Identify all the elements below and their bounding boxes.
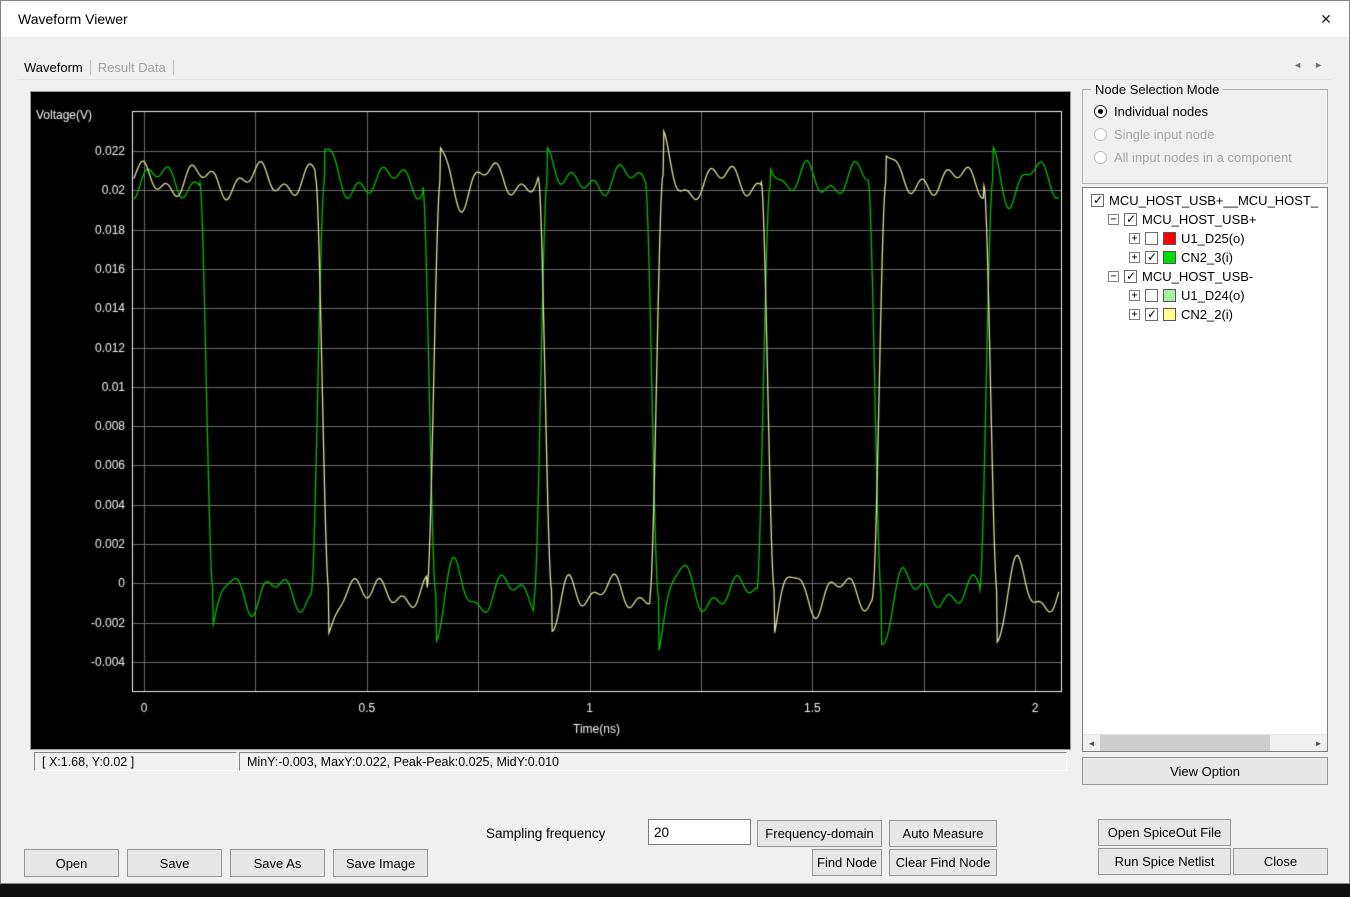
radio-icon[interactable]: [1094, 105, 1107, 118]
node-checkbox[interactable]: [1145, 250, 1158, 264]
tree-item[interactable]: + U1_D24(o): [1083, 286, 1327, 305]
radio-individual-nodes[interactable]: Individual nodes: [1083, 100, 1327, 123]
radio-all-input-nodes-in-a-component: All input nodes in a component: [1083, 146, 1327, 169]
node-checkbox[interactable]: [1091, 193, 1104, 207]
waveform-canvas[interactable]: [31, 92, 1070, 749]
tab-scroll-arrows: ◄ ►: [1287, 60, 1329, 70]
open-spiceout-file-button[interactable]: Open SpiceOut File: [1098, 819, 1231, 846]
tree-item-label: MCU_HOST_USB+: [1142, 212, 1257, 227]
collapse-icon[interactable]: −: [1108, 271, 1119, 282]
tree-item-label: CN2_3(i): [1181, 250, 1234, 265]
waveform-viewer-window: Waveform Viewer ✕ Waveform Result Data ◄…: [0, 0, 1350, 884]
open-button[interactable]: Open: [24, 849, 119, 877]
trace-color-swatch: [1163, 308, 1176, 321]
tree-item[interactable]: + U1_D25(o): [1083, 229, 1327, 248]
tree-item[interactable]: − MCU_HOST_USB+: [1083, 210, 1327, 229]
background-strip: [0, 884, 1350, 897]
auto-measure-button[interactable]: Auto Measure: [889, 820, 997, 847]
save-image-button[interactable]: Save Image: [333, 849, 428, 877]
tree-item-label: MCU_HOST_USB-: [1142, 269, 1254, 284]
trace-color-swatch: [1163, 289, 1176, 302]
groupbox-title: Node Selection Mode: [1091, 82, 1224, 97]
tree-horizontal-scrollbar[interactable]: ◄ ►: [1083, 734, 1327, 751]
tree-item-label: CN2_2(i): [1181, 307, 1234, 322]
save-button[interactable]: Save: [127, 849, 222, 877]
tab-page-divider: [17, 79, 1332, 80]
window-title: Waveform Viewer: [18, 11, 128, 27]
node-tree: MCU_HOST_USB+__MCU_HOST_−MCU_HOST_USB++U…: [1082, 187, 1328, 752]
radio-single-input-node: Single input node: [1083, 123, 1327, 146]
scrollbar-thumb[interactable]: [1100, 735, 1270, 751]
clear-find-node-button[interactable]: Clear Find Node: [889, 849, 997, 876]
expand-icon[interactable]: +: [1129, 290, 1140, 301]
scroll-left-icon[interactable]: ◄: [1083, 735, 1100, 751]
tab-next-icon[interactable]: ►: [1308, 60, 1329, 70]
tree-item[interactable]: − MCU_HOST_USB-: [1083, 267, 1327, 286]
chart-status-bar: [ X:1.68, Y:0.02 ] MinY:-0.003, MaxY:0.0…: [30, 752, 1071, 772]
find-node-button[interactable]: Find Node: [812, 849, 882, 876]
tree-item-label: U1_D24(o): [1181, 288, 1245, 303]
tree-item-label: U1_D25(o): [1181, 231, 1245, 246]
tree-item[interactable]: + CN2_3(i): [1083, 248, 1327, 267]
expand-icon[interactable]: +: [1129, 309, 1140, 320]
node-checkbox[interactable]: [1145, 289, 1158, 302]
save-as-button[interactable]: Save As: [230, 849, 325, 877]
node-checkbox[interactable]: [1145, 307, 1158, 321]
node-selection-options: Individual nodes Single input node All inp…: [1083, 100, 1327, 169]
tab-result-data[interactable]: Result Data: [91, 58, 173, 77]
tab-prev-icon[interactable]: ◄: [1287, 60, 1308, 70]
node-selection-mode-group: Node Selection Mode Individual nodes Sing…: [1082, 82, 1328, 184]
radio-icon: [1094, 128, 1107, 141]
tab-strip: Waveform Result Data: [17, 57, 174, 78]
trace-color-swatch: [1163, 251, 1176, 264]
sampling-frequency-label: Sampling frequency: [486, 826, 606, 841]
title-bar: Waveform Viewer ✕: [1, 1, 1349, 37]
tab-separator: [172, 60, 174, 75]
tree-item[interactable]: + CN2_2(i): [1083, 305, 1327, 324]
radio-label: Individual nodes: [1114, 104, 1208, 119]
cursor-position-field: [ X:1.68, Y:0.02 ]: [34, 752, 237, 771]
sampling-frequency-input[interactable]: [648, 819, 751, 845]
radio-icon: [1094, 151, 1107, 164]
node-checkbox[interactable]: [1124, 269, 1137, 283]
node-checkbox[interactable]: [1145, 232, 1158, 245]
run-spice-netlist-button[interactable]: Run Spice Netlist: [1098, 848, 1231, 875]
node-tree-rows: MCU_HOST_USB+__MCU_HOST_−MCU_HOST_USB++U…: [1083, 191, 1327, 324]
node-checkbox[interactable]: [1124, 212, 1137, 226]
expand-icon[interactable]: +: [1129, 233, 1140, 244]
measurement-stats-field: MinY:-0.003, MaxY:0.022, Peak-Peak:0.025…: [239, 752, 1067, 771]
close-button[interactable]: Close: [1233, 848, 1328, 875]
expand-icon[interactable]: +: [1129, 252, 1140, 263]
radio-label: Single input node: [1114, 127, 1215, 142]
tree-item-label: MCU_HOST_USB+__MCU_HOST_: [1109, 193, 1319, 208]
close-icon[interactable]: ✕: [1303, 1, 1349, 37]
tab-waveform[interactable]: Waveform: [17, 58, 90, 77]
trace-color-swatch: [1163, 232, 1176, 245]
tree-item[interactable]: MCU_HOST_USB+__MCU_HOST_: [1083, 191, 1327, 210]
frequency-domain-button[interactable]: Frequency-domain: [757, 820, 882, 847]
collapse-icon[interactable]: −: [1108, 214, 1119, 225]
scroll-right-icon[interactable]: ►: [1310, 735, 1327, 751]
waveform-chart: [30, 91, 1071, 750]
radio-label: All input nodes in a component: [1114, 150, 1292, 165]
view-option-button[interactable]: View Option: [1082, 757, 1328, 785]
